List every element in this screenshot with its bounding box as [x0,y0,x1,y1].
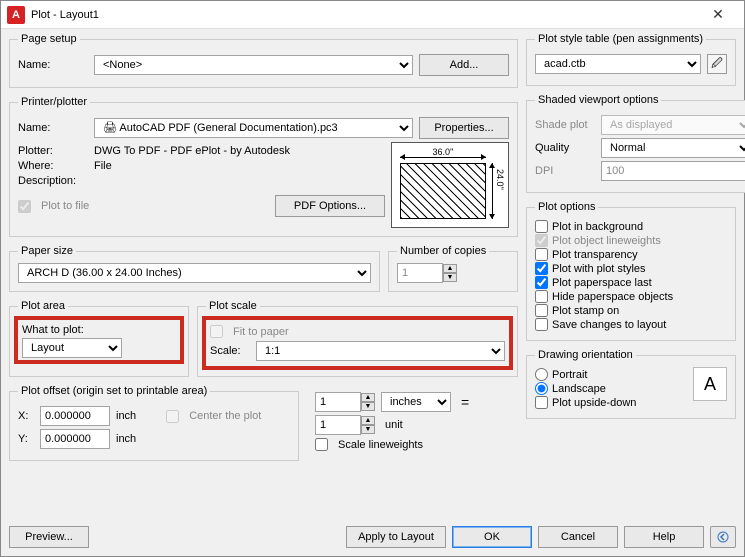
fit-to-paper-label: Fit to paper [233,326,289,338]
page-name-label: Name: [18,59,88,71]
plot-options-legend: Plot options [535,201,598,213]
opt-hideps-checkbox[interactable] [535,290,548,303]
add-page-setup-button[interactable]: Add... [419,54,509,76]
equals-icon: = [457,394,473,410]
y-input[interactable] [40,429,110,449]
apply-to-layout-button[interactable]: Apply to Layout [346,526,446,548]
shaded-legend: Shaded viewport options [535,94,661,106]
scale-unit-select[interactable]: inches [381,392,451,412]
printer-group: Printer/plotter Name: 🖨 AutoCAD PDF (Gen… [9,96,518,237]
plot-scale-legend: Plot scale [206,300,260,312]
cancel-button[interactable]: Cancel [538,526,618,548]
chevron-left-icon [717,531,729,543]
dpi-input [601,161,745,181]
scale-unit2: unit [381,419,451,431]
opt-stamp-checkbox[interactable] [535,304,548,317]
highlight-plot-scale: Fit to paper Scale: 1:1 [202,316,513,370]
close-button[interactable]: ✕ [698,2,738,28]
paper-size-group: Paper size ARCH D (36.00 x 24.00 Inches) [9,245,380,292]
collapse-button[interactable] [710,526,736,548]
plot-area-legend: Plot area [18,300,68,312]
plotter-label: Plotter: [18,145,88,157]
landscape-radio[interactable] [535,382,548,395]
window-title: Plot - Layout1 [31,9,698,21]
opt-background-checkbox[interactable] [535,220,548,233]
plot-offset-group: Plot offset (origin set to printable are… [9,385,299,461]
opt-lineweights-checkbox [535,234,548,247]
paper-size-select[interactable]: ARCH D (36.00 x 24.00 Inches) [18,263,371,283]
paper-preview: 36.0'' 24.0'' [391,142,509,228]
plot-to-file-label: Plot to file [41,200,89,212]
dpi-label: DPI [535,165,595,177]
plot-options-group: Plot options Plot in background Plot obj… [526,201,736,341]
description-label: Description: [18,175,88,187]
shaded-viewport-group: Shaded viewport options Shade plot As dis… [526,94,745,193]
orientation-group: Drawing orientation Portrait Landscape P… [526,349,736,419]
opt-pslast-checkbox[interactable] [535,276,548,289]
preview-button[interactable]: Preview... [9,526,89,548]
y-label: Y: [18,433,34,445]
ok-button[interactable]: OK [452,526,532,548]
printer-properties-button[interactable]: Properties... [419,117,509,139]
printer-name-label: Name: [18,122,88,134]
pdf-options-button[interactable]: PDF Options... [275,195,385,217]
printer-legend: Printer/plotter [18,96,90,108]
opt-save-checkbox[interactable] [535,318,548,331]
preview-width-dim: 36.0'' [402,147,484,157]
quality-label: Quality [535,142,595,154]
page-name-select[interactable]: <None> [94,55,413,75]
scale-lineweights-label: Scale lineweights [338,439,423,451]
what-to-plot-select[interactable]: Layout [22,338,122,358]
copies-input [397,263,443,283]
titlebar: A Plot - Layout1 ✕ [1,1,744,29]
orientation-preview-icon: A [693,367,727,401]
copies-legend: Number of copies [397,245,489,257]
shade-plot-label: Shade plot [535,119,595,131]
scale-label: Scale: [210,345,250,357]
quality-select[interactable]: Normal [601,138,745,158]
fit-to-paper-checkbox [210,325,223,338]
plot-dialog: A Plot - Layout1 ✕ Page setup Name: <Non… [0,0,745,557]
orientation-legend: Drawing orientation [535,349,636,361]
opt-transparency-checkbox[interactable] [535,248,548,261]
scale-num-input[interactable] [315,392,361,412]
portrait-radio[interactable] [535,368,548,381]
plot-area-group: Plot area What to plot: Layout [9,300,189,377]
plot-style-table-group: Plot style table (pen assignments) acad.… [526,33,736,86]
plot-style-select[interactable]: acad.ctb [535,54,701,74]
scale-select[interactable]: 1:1 [256,341,505,361]
upside-down-checkbox[interactable] [535,396,548,409]
plotter-value: DWG To PDF - PDF ePlot - by Autodesk [94,145,290,157]
paper-size-legend: Paper size [18,245,76,257]
dialog-footer: Preview... Apply to Layout OK Cancel Hel… [1,522,744,556]
opt-plotstyles-checkbox[interactable] [535,262,548,275]
copies-down: ▼ [443,273,457,282]
plot-offset-legend: Plot offset (origin set to printable are… [18,385,210,397]
x-unit: inch [116,410,136,422]
plot-to-file-checkbox [18,200,31,213]
plot-style-edit-button[interactable]: 🖉 [707,54,727,74]
scale-lineweights-checkbox[interactable] [315,438,328,451]
preview-height-dim: 24.0'' [495,169,505,190]
app-icon: A [7,6,25,24]
y-unit: inch [116,433,136,445]
scale-den-input[interactable] [315,415,361,435]
copies-up: ▲ [443,264,457,273]
printer-name-select[interactable]: 🖨 AutoCAD PDF (General Documentation).pc… [94,118,413,138]
highlight-plot-area: What to plot: Layout [14,316,184,364]
x-input[interactable] [40,406,110,426]
help-button[interactable]: Help [624,526,704,548]
x-label: X: [18,410,34,422]
center-plot-checkbox [166,410,179,423]
page-setup-legend: Page setup [18,33,80,45]
shade-plot-select: As displayed [601,115,745,135]
plot-scale-group: Plot scale Fit to paper Scale: 1:1 [197,300,518,377]
copies-group: Number of copies ▲▼ [388,245,518,292]
where-value: File [94,160,112,172]
where-label: Where: [18,160,88,172]
page-setup-group: Page setup Name: <None> Add... [9,33,518,88]
what-to-plot-label: What to plot: [22,324,176,336]
plot-style-legend: Plot style table (pen assignments) [535,33,706,45]
center-plot-label: Center the plot [189,410,261,422]
